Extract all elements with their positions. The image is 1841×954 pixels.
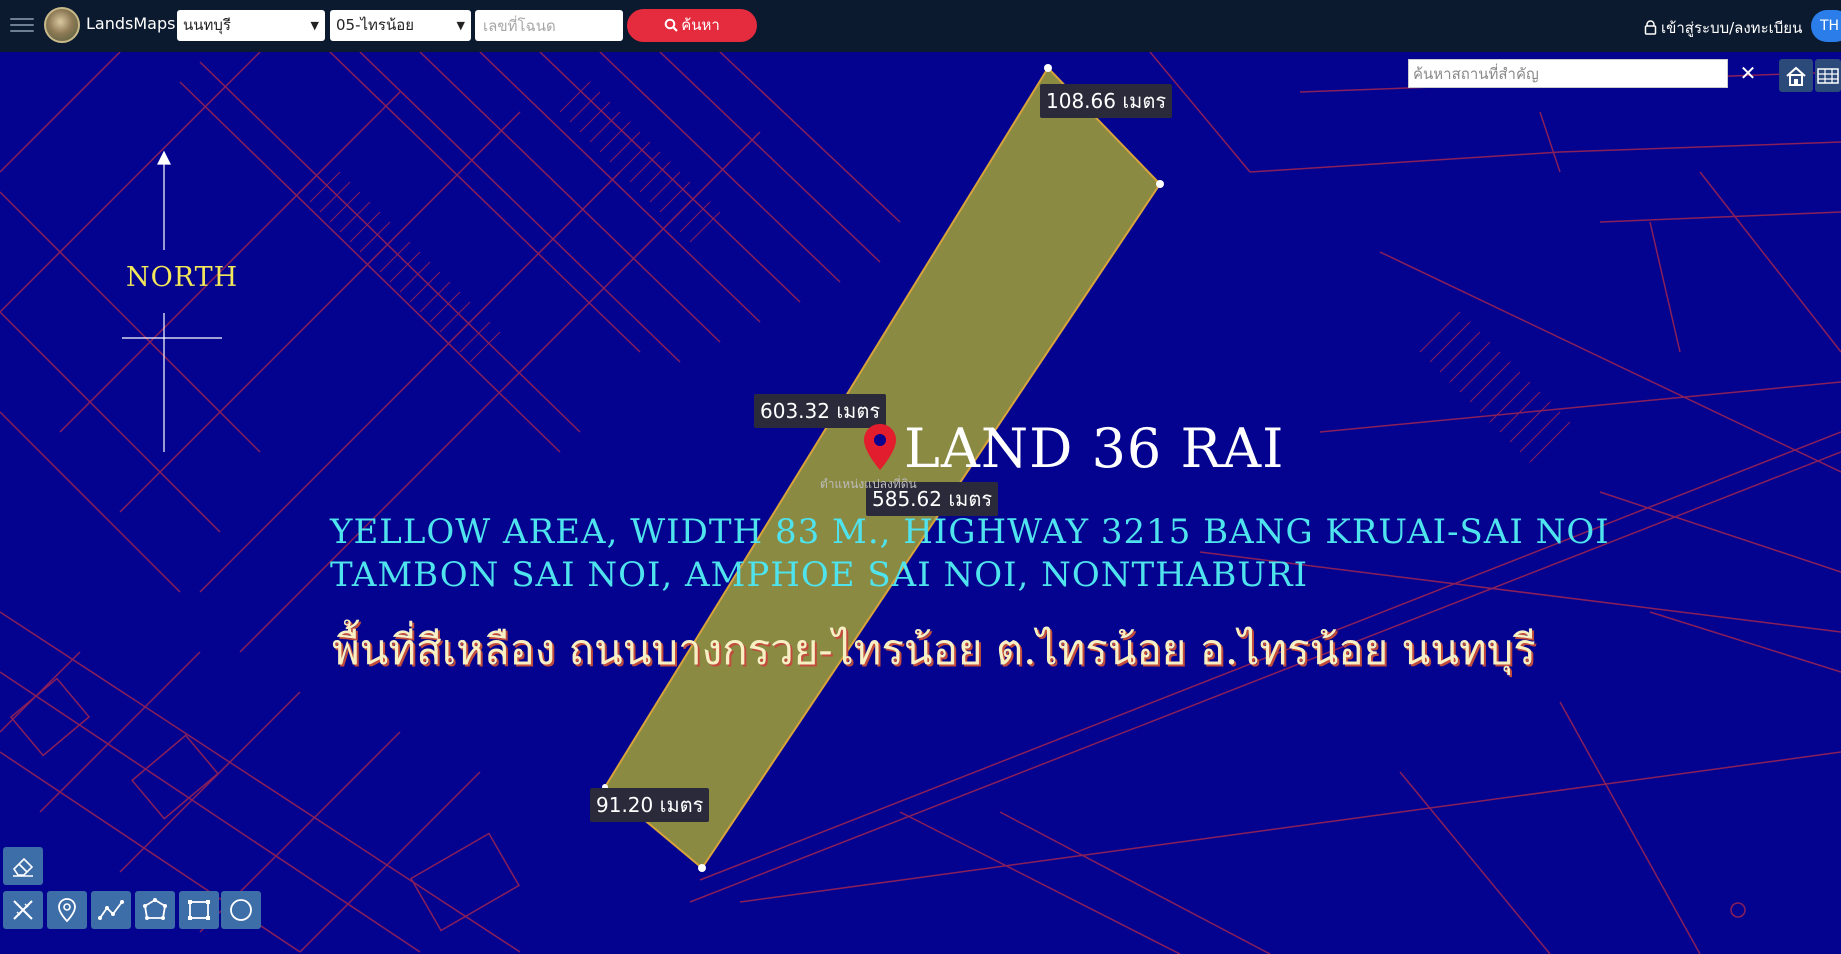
eraser-icon <box>12 857 34 877</box>
language-button[interactable]: TH <box>1811 10 1841 42</box>
home-icon <box>1786 66 1806 86</box>
thai-description: พื้นที่สีเหลือง ถนนบางกรวย-ไทรน้อย ต.ไทร… <box>332 625 1536 674</box>
home-button[interactable] <box>1779 59 1813 92</box>
english-description-line1: YELLOW AREA, WIDTH 83 M., HIGHWAY 3215 B… <box>330 512 1610 552</box>
rectangle-tool-button[interactable] <box>179 891 219 929</box>
place-search-input[interactable] <box>1408 59 1728 88</box>
english-description-line2: TAMBON SAI NOI, AMPHOE SAI NOI, NONTHABU… <box>330 555 1309 595</box>
north-arrow <box>122 150 222 452</box>
lock-icon <box>1644 20 1657 35</box>
measure-tool-button[interactable] <box>3 891 43 929</box>
polyline-tool-button[interactable] <box>91 891 131 929</box>
top-bar: LandsMaps นนทบุรี ▼ 05-ไทรน้อย ▼ ค้นหา เ… <box>0 0 1841 52</box>
rectangle-icon <box>188 900 210 920</box>
polygon-icon <box>143 898 167 920</box>
circle-icon <box>230 899 252 921</box>
map-pin-icon[interactable] <box>862 422 898 472</box>
district-select-value: 05-ไทรน้อย <box>336 16 415 34</box>
map-canvas[interactable]: 108.66 เมตร 603.32 เมตร 585.62 เมตร 91.2… <box>0 52 1841 954</box>
grid-icon <box>1817 67 1839 84</box>
north-label: NORTH <box>126 262 239 293</box>
measurement-top: 108.66 เมตร <box>1040 84 1173 118</box>
marker-tool-button[interactable] <box>47 891 87 929</box>
chevron-down-icon: ▼ <box>456 19 465 32</box>
land-title: LAND 36 RAI <box>904 417 1285 480</box>
measurement-bottom: 91.20 เมตร <box>590 788 710 822</box>
hamburger-menu-icon[interactable] <box>10 14 34 36</box>
district-select[interactable]: 05-ไทรน้อย ▼ <box>330 10 471 41</box>
circle-tool-button[interactable] <box>221 891 261 929</box>
province-select[interactable]: นนทบุรี ▼ <box>177 10 325 41</box>
ruler-icon <box>13 900 33 920</box>
search-icon <box>664 18 678 32</box>
polyline-icon <box>98 900 124 920</box>
pin-label: ตำแหน่งแปลงที่ดิน <box>820 477 917 491</box>
deed-number-input[interactable] <box>475 10 623 41</box>
app-logo[interactable] <box>44 7 80 43</box>
marker-icon <box>58 898 76 923</box>
eraser-tool-button[interactable] <box>3 847 43 885</box>
chevron-down-icon: ▼ <box>310 19 319 32</box>
grid-button[interactable] <box>1815 59 1841 92</box>
app-title: LandsMaps <box>86 14 176 33</box>
login-link[interactable]: เข้าสู่ระบบ/ลงทะเบียน <box>1644 16 1802 40</box>
polygon-tool-button[interactable] <box>135 891 175 929</box>
search-button[interactable]: ค้นหา <box>627 9 757 42</box>
login-label: เข้าสู่ระบบ/ลงทะเบียน <box>1661 19 1803 37</box>
clear-search-icon[interactable]: ✕ <box>1734 59 1762 88</box>
search-button-label: ค้นหา <box>681 16 720 34</box>
province-select-value: นนทบุรี <box>183 16 231 34</box>
